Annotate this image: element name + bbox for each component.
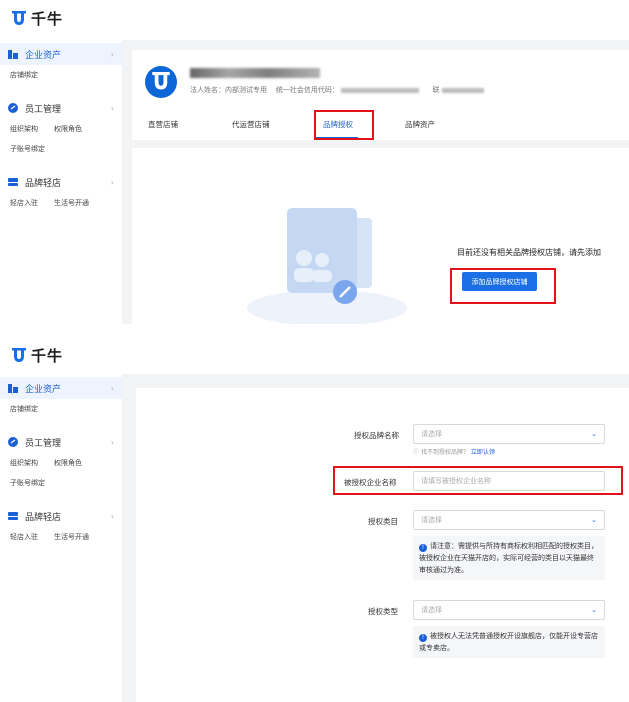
- qianniu-logo[interactable]: 千牛: [12, 8, 63, 29]
- highlight-add-button: [450, 268, 556, 304]
- sidebar-item-light-store[interactable]: 轻店入驻: [10, 532, 38, 542]
- store-icon: [8, 177, 18, 187]
- chevron-right-icon: ›: [110, 103, 114, 113]
- tab-agency-stores[interactable]: 代运营店铺: [232, 119, 270, 130]
- claim-now-link[interactable]: 立即认领: [471, 449, 495, 456]
- sidebar-group-staff[interactable]: 员工管理 ›: [8, 431, 114, 453]
- type-label: 授权类型: [368, 607, 398, 616]
- chevron-right-icon: ›: [110, 511, 114, 521]
- chevron-down-icon: ⌄: [591, 516, 597, 524]
- info-icon: !: [419, 544, 427, 552]
- chevron-right-icon: ›: [110, 383, 114, 393]
- user-manage-icon: [8, 437, 18, 447]
- category-label: 授权类目: [368, 517, 398, 526]
- screenshot-separator: [0, 324, 629, 337]
- sidebar-item-subaccount[interactable]: 子账号绑定: [10, 144, 45, 154]
- qianniu-logo-icon: [12, 10, 26, 27]
- company-meta: 法人姓名：内部测试专用 统一社会信用代码： 联: [190, 85, 484, 95]
- company-avatar: [145, 66, 177, 98]
- empty-illustration: [247, 208, 407, 324]
- chevron-down-icon: ⌄: [591, 606, 597, 614]
- company-name-redacted: [190, 68, 320, 78]
- brand-label: 授权品牌名称: [354, 431, 399, 440]
- sidebar-item-subaccount[interactable]: 子账号绑定: [10, 478, 45, 488]
- building-icon: [8, 383, 18, 393]
- sidebar-item-store-binding[interactable]: 店铺绑定: [10, 70, 38, 80]
- sidebar: 企业资产 › 店铺绑定 员工管理 › 组织架构 权限角色 子账号绑定 品牌轻店 …: [0, 40, 122, 324]
- logo-text: 千牛: [31, 10, 64, 28]
- sidebar-item-roles[interactable]: 权限角色: [54, 458, 82, 468]
- category-notice: ! 请注意：需提供与所持有商标权利相匹配的授权类目，被授权企业在天猫开店的，实际可…: [413, 536, 605, 580]
- sidebar-group-brand-store[interactable]: 品牌轻店 ›: [8, 171, 114, 193]
- sidebar-item-light-store[interactable]: 轻店入驻: [10, 198, 38, 208]
- chevron-down-icon: ⌄: [591, 430, 597, 438]
- user-manage-icon: [8, 103, 18, 113]
- sidebar-item-lifestyle[interactable]: 生活号开通: [54, 198, 89, 208]
- tab-direct-stores[interactable]: 直营店铺: [148, 119, 178, 130]
- building-icon: [8, 49, 18, 59]
- chevron-right-icon: ›: [110, 437, 114, 447]
- sidebar-item-store-binding[interactable]: 店铺绑定: [10, 404, 38, 414]
- empty-state-message: 目前还没有相关品牌授权店铺，请先添加: [457, 248, 601, 257]
- brand-hint: ⓘ 找不到授权品牌？ 立即认领: [413, 449, 495, 456]
- brand-select[interactable]: 请选择 ⌄: [413, 424, 605, 444]
- category-select[interactable]: 请选择 ⌄: [413, 510, 605, 530]
- screen-brand-auth-list: 千牛 企业资产 › 店铺绑定 员工管理 › 组织架构 权限角色 子账号绑定 品牌…: [0, 0, 629, 324]
- sidebar: 企业资产 › 店铺绑定 员工管理 › 组织架构 权限角色 子账号绑定 品牌轻店 …: [0, 374, 122, 702]
- highlight-company-field: [333, 466, 623, 495]
- highlight-brand-auth-tab: [314, 110, 374, 140]
- auth-form-card: 授权品牌名称 请选择 ⌄ ⓘ 找不到授权品牌？ 立即认领 被授权企业名称 请填写…: [136, 388, 629, 702]
- type-notice: ! 被授权人无法凭普通授权开设旗舰店，仅能开设专营店或专卖店。: [413, 626, 605, 658]
- logo-text: 千牛: [31, 347, 64, 365]
- sidebar-item-lifestyle[interactable]: 生活号开通: [54, 532, 89, 542]
- sidebar-item-roles[interactable]: 权限角色: [54, 124, 82, 134]
- chevron-right-icon: ›: [110, 49, 114, 59]
- type-select[interactable]: 请选择 ⌄: [413, 600, 605, 620]
- chevron-right-icon: ›: [110, 177, 114, 187]
- info-icon: !: [419, 634, 427, 642]
- sidebar-group-staff[interactable]: 员工管理 ›: [8, 97, 114, 119]
- tab-brand-assets[interactable]: 品牌资产: [405, 119, 435, 130]
- store-icon: [8, 511, 18, 521]
- sidebar-item-org[interactable]: 组织架构: [10, 458, 38, 468]
- company-card: 法人姓名：内部测试专用 统一社会信用代码： 联 直营店铺 代运营店铺 品牌授权 …: [132, 50, 629, 140]
- screen-brand-auth-form: 千牛 企业资产 › 店铺绑定 员工管理 › 组织架构 权限角色 子账号绑定 品牌…: [0, 337, 629, 702]
- sidebar-group-enterprise-assets[interactable]: 企业资产 ›: [0, 43, 122, 65]
- sidebar-group-enterprise-assets[interactable]: 企业资产 ›: [0, 377, 122, 399]
- qianniu-logo[interactable]: 千牛: [12, 345, 63, 366]
- sidebar-group-brand-store[interactable]: 品牌轻店 ›: [8, 505, 114, 527]
- qianniu-logo-icon: [12, 347, 26, 364]
- question-icon: ⓘ: [413, 449, 420, 456]
- sidebar-item-org[interactable]: 组织架构: [10, 124, 38, 134]
- content-area: 授权品牌名称 请选择 ⌄ ⓘ 找不到授权品牌？ 立即认领 被授权企业名称 请填写…: [122, 374, 629, 702]
